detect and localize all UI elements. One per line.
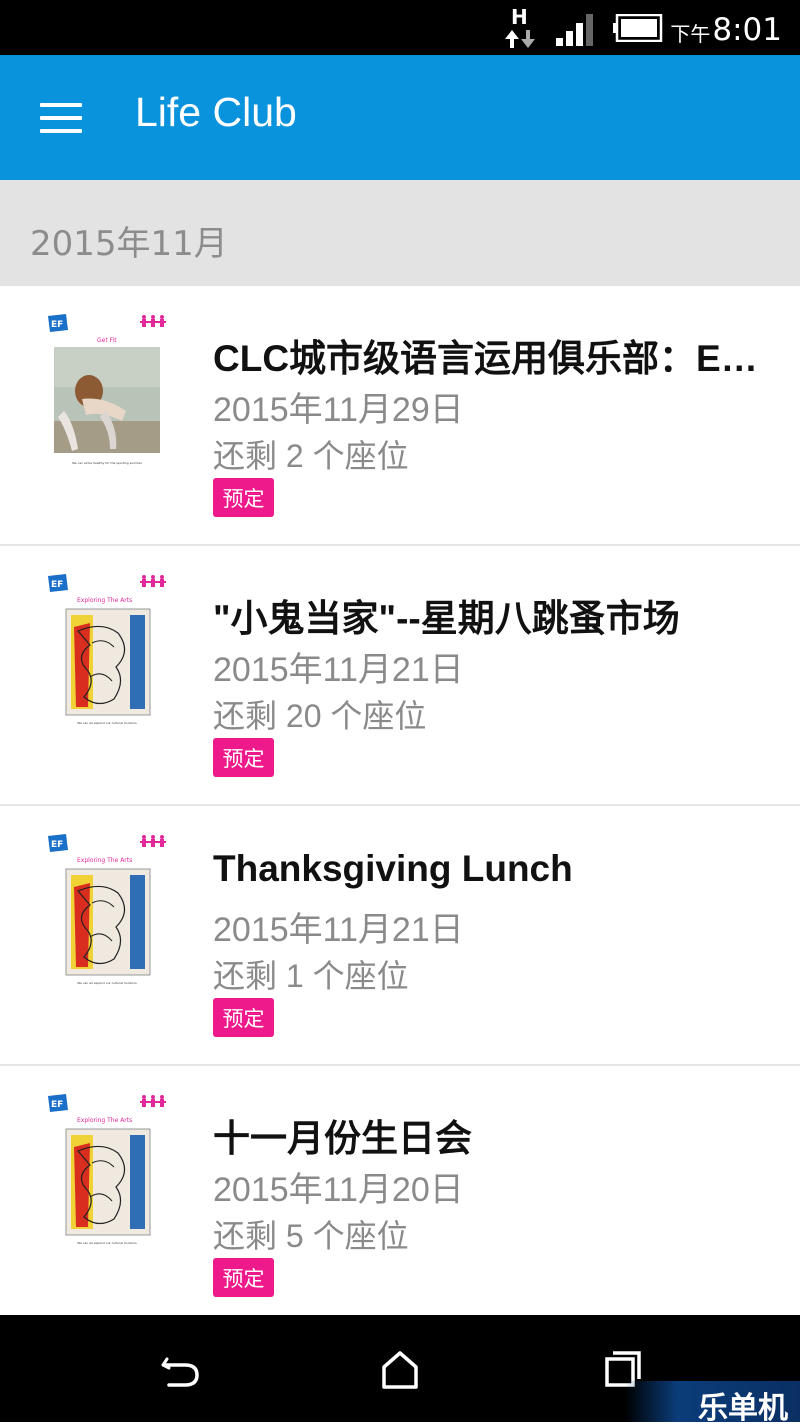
signal-strength-icon — [556, 14, 593, 46]
book-button[interactable]: 预定 — [213, 738, 274, 777]
network-type-label: H — [511, 5, 528, 29]
event-thumbnail[interactable]: EF Exploring The Arts We can all expand … — [44, 831, 170, 991]
event-date: 2015年11月21日 — [213, 651, 464, 689]
app-bar: Life Club — [0, 55, 800, 180]
data-transfer-icon: H — [505, 5, 535, 48]
event-title: Thanksgiving Lunch — [213, 848, 573, 889]
event-date: 2015年11月21日 — [213, 911, 464, 949]
event-title: CLC城市级语言运用俱乐部：EF Get Fit — [213, 338, 778, 379]
ef-logo-icon: EF — [48, 834, 68, 852]
app-title: Life Club — [135, 89, 297, 135]
event-title: 十一月份生日会 — [213, 1118, 472, 1159]
event-title: "小鬼当家"--星期八跳蚤市场 — [213, 598, 680, 639]
clock-time: 8:01 — [712, 12, 782, 48]
svg-text:We can all expand our cultural: We can all expand our cultural horizons — [77, 721, 137, 725]
svg-text:EF: EF — [51, 840, 63, 850]
svg-text:Get Fit: Get Fit — [97, 337, 117, 344]
event-date: 2015年11月20日 — [213, 1171, 464, 1209]
month-section-header: 2015年11月 — [0, 180, 800, 286]
hamburger-menu-icon[interactable] — [30, 93, 94, 143]
event-date: 2015年11月29日 — [213, 391, 464, 429]
section-date: 2015年11月 — [30, 224, 228, 264]
svg-text:Exploring The Arts: Exploring The Arts — [77, 857, 132, 864]
svg-text:EF: EF — [51, 580, 63, 590]
svg-text:EF: EF — [51, 320, 63, 330]
svg-text:We can all expand our cultural: We can all expand our cultural horizons — [77, 1241, 137, 1245]
kids-icon — [140, 315, 166, 327]
svg-text:EF: EF — [51, 1100, 63, 1110]
book-button[interactable]: 预定 — [213, 1258, 274, 1297]
event-seats-remaining: 还剩 5 个座位 — [213, 1218, 409, 1254]
event-seats-remaining: 还剩 1 个座位 — [213, 958, 409, 994]
event-list-item[interactable]: EF Exploring The Arts We can all expand … — [0, 1066, 800, 1326]
event-thumbnail[interactable]: EF Exploring The Arts We can all expand … — [44, 1091, 170, 1251]
event-seats-remaining: 还剩 20 个座位 — [213, 698, 427, 734]
book-button[interactable]: 预定 — [213, 478, 274, 517]
book-button[interactable]: 预定 — [213, 998, 274, 1037]
back-icon[interactable] — [155, 1345, 205, 1395]
svg-text:Exploring The Arts: Exploring The Arts — [77, 1117, 132, 1124]
svg-text:We can all be healthy for the: We can all be healthy for the sporting s… — [72, 461, 143, 465]
home-icon[interactable] — [375, 1345, 425, 1395]
svg-text:We can all expand our cultural: We can all expand our cultural horizons — [77, 981, 137, 985]
event-list-item[interactable]: EF Exploring The Arts We can all expand … — [0, 806, 800, 1066]
system-nav-bar: 乐单机 — [0, 1315, 800, 1426]
ef-logo-icon: EF — [48, 1094, 68, 1112]
status-bar: H 下午 8:01 — [0, 0, 800, 55]
watermark-text: 乐单机 — [698, 1391, 788, 1426]
clock: 下午 8:01 — [670, 8, 782, 48]
event-thumbnail[interactable]: EF Exploring The Arts We can all expand … — [44, 571, 170, 731]
event-list: EF Get Fit We can all be healthy for the… — [0, 286, 800, 1326]
clock-ampm: 下午 — [670, 22, 711, 46]
kids-icon — [140, 1095, 166, 1107]
ef-logo-icon: EF — [48, 314, 68, 332]
event-list-item[interactable]: EF Get Fit We can all be healthy for the… — [0, 286, 800, 546]
kids-icon — [140, 835, 166, 847]
event-seats-remaining: 还剩 2 个座位 — [213, 438, 409, 474]
ef-logo-icon: EF — [48, 574, 68, 592]
svg-text:Exploring The Arts: Exploring The Arts — [77, 597, 132, 604]
event-list-item[interactable]: EF Exploring The Arts We can all expand … — [0, 546, 800, 806]
kids-icon — [140, 575, 166, 587]
battery-icon — [613, 14, 663, 42]
event-thumbnail[interactable]: EF Get Fit We can all be healthy for the… — [44, 311, 170, 471]
watermark: 乐单机 — [625, 1381, 800, 1426]
